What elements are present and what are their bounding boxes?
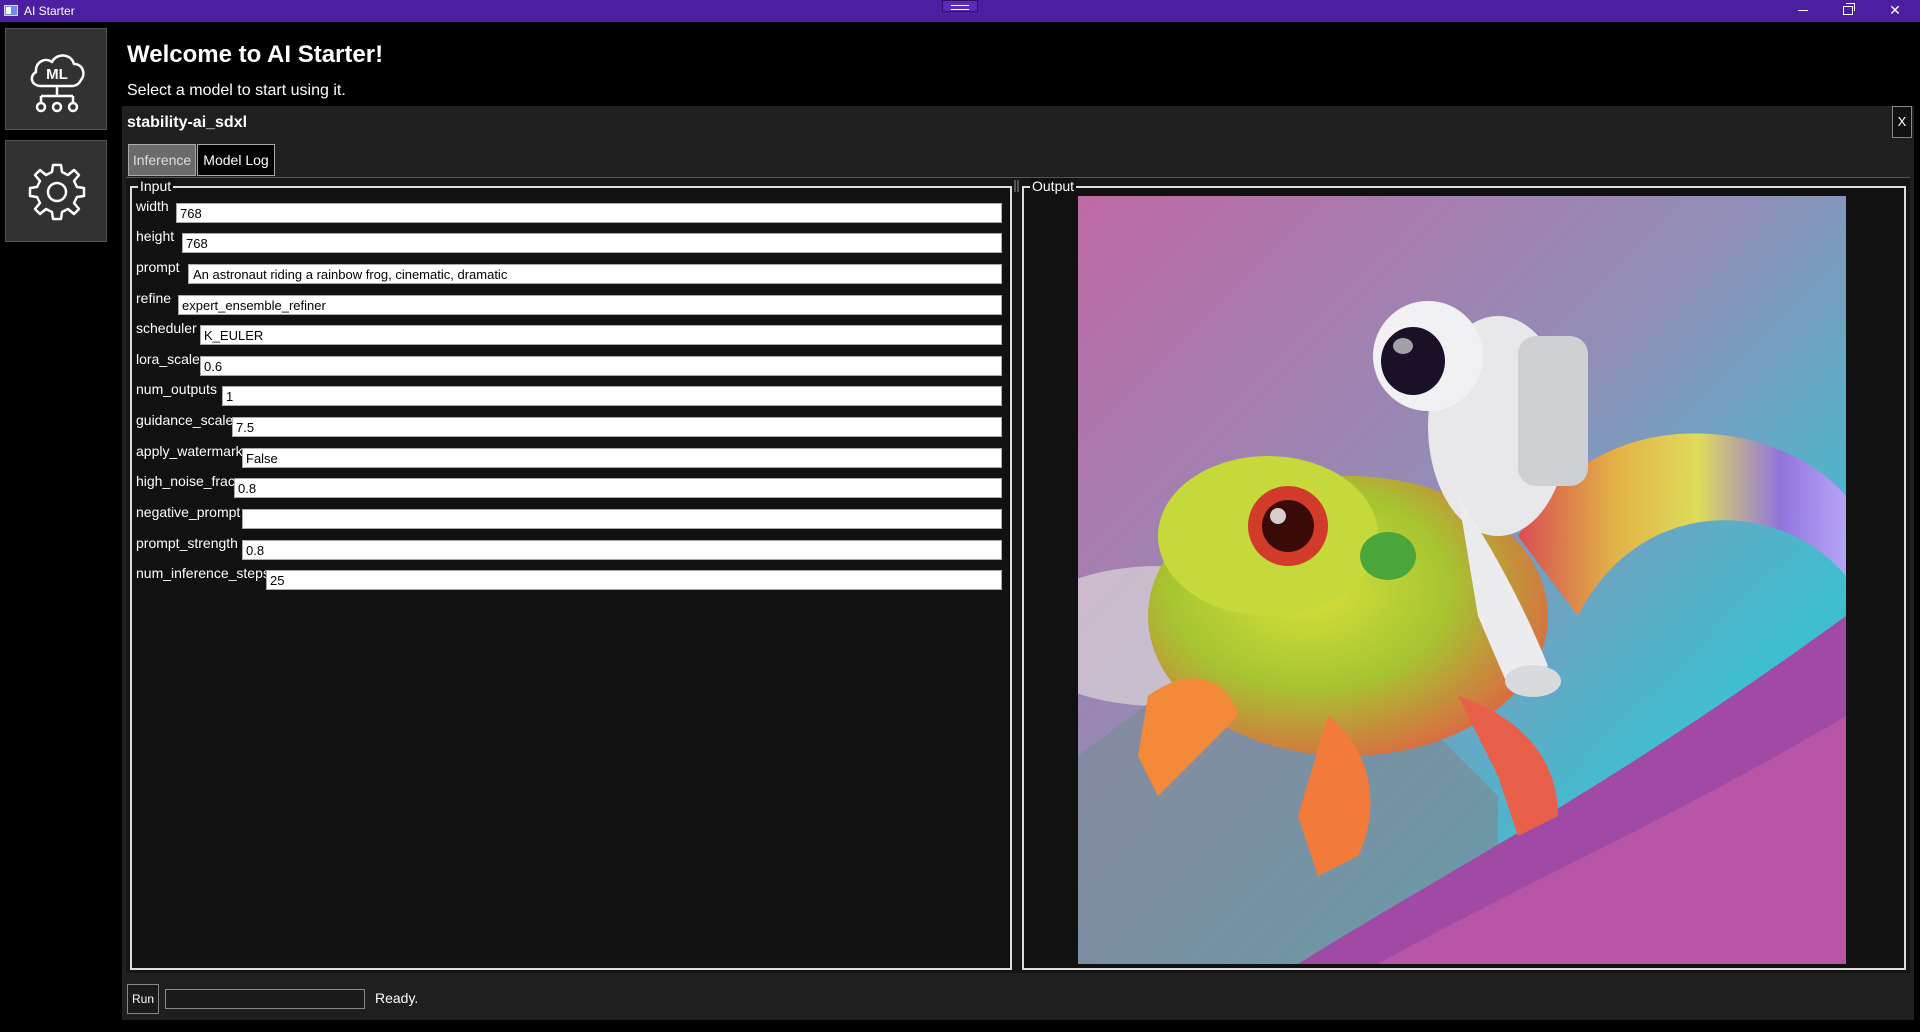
output-groupbox-title: Output	[1030, 178, 1077, 194]
page-subtitle: Select a model to start using it.	[127, 82, 346, 99]
generated-image	[1078, 196, 1846, 964]
field-label: height	[136, 228, 175, 244]
field-label: lora_scale	[136, 351, 200, 367]
page-title: Welcome to AI Starter!	[127, 41, 384, 68]
input-groupbox: Input width 768 height 768 prompt An ast…	[130, 178, 1012, 970]
field-label: guidance_scale	[136, 412, 234, 428]
title-bar[interactable]: AI Starter ✕	[0, 0, 1920, 22]
minimize-icon	[1798, 10, 1808, 11]
gear-icon	[28, 163, 86, 221]
input-groupbox-title: Input	[138, 178, 174, 194]
field-refine: refine expert_ensemble_refiner	[136, 290, 1010, 315]
field-label: negative_prompt	[136, 504, 241, 520]
drag-grip-icon[interactable]	[942, 0, 978, 12]
close-model-button[interactable]: X	[1892, 106, 1912, 138]
scheduler-input[interactable]: K_EULER	[200, 325, 1002, 345]
astronaut-frog-image	[1078, 196, 1846, 964]
negative-prompt-input[interactable]	[242, 509, 1002, 529]
prompt-input[interactable]: An astronaut riding a rainbow frog, cine…	[188, 264, 1002, 284]
field-prompt: prompt An astronaut riding a rainbow fro…	[136, 259, 1010, 284]
num-inference-steps-input[interactable]: 25	[266, 570, 1002, 590]
field-label: prompt_strength	[136, 535, 238, 551]
panel-splitter[interactable]	[1014, 180, 1020, 200]
field-label: high_noise_frac	[136, 473, 235, 489]
field-scheduler: scheduler K_EULER	[136, 320, 1010, 345]
field-guidance-scale: guidance_scale 7.5	[136, 412, 1010, 437]
model-panel: stability-ai_sdxl X Inference Model Log …	[122, 106, 1914, 1020]
field-num-outputs: num_outputs 1	[136, 381, 1010, 406]
field-apply-watermark: apply_watermark False	[136, 443, 1010, 468]
restore-icon	[1843, 3, 1855, 15]
nav-ml-models-button[interactable]: ML	[5, 28, 107, 130]
progress-bar	[165, 989, 365, 1009]
field-label: width	[136, 198, 169, 214]
field-label: num_inference_steps	[136, 565, 270, 581]
close-icon: ✕	[1889, 2, 1901, 18]
field-label: scheduler	[136, 320, 197, 336]
field-num-inference-steps: num_inference_steps 25	[136, 565, 1010, 590]
app-icon	[4, 5, 18, 16]
high-noise-frac-input[interactable]: 0.8	[234, 478, 1002, 498]
refine-input[interactable]: expert_ensemble_refiner	[178, 295, 1002, 315]
prompt-strength-input[interactable]: 0.8	[242, 540, 1002, 560]
field-lora-scale: lora_scale 0.6	[136, 351, 1010, 376]
inference-tab-content: Input width 768 height 768 prompt An ast…	[126, 177, 1910, 973]
guidance-scale-input[interactable]: 7.5	[232, 417, 1002, 437]
ml-cloud-network-icon: ML	[30, 54, 85, 113]
status-text: Ready.	[375, 990, 419, 1006]
width-input[interactable]: 768	[176, 203, 1002, 223]
close-window-button[interactable]: ✕	[1872, 0, 1918, 22]
field-label: refine	[136, 290, 172, 306]
run-button[interactable]: Run	[127, 984, 159, 1014]
minimize-button[interactable]	[1780, 0, 1826, 22]
ml-icon-text: ML	[46, 66, 68, 83]
model-name: stability-ai_sdxl	[127, 114, 248, 131]
field-width: width 768	[136, 198, 1010, 223]
num-outputs-input[interactable]: 1	[222, 386, 1002, 406]
lora-scale-input[interactable]: 0.6	[200, 356, 1002, 376]
nav-settings-button[interactable]	[5, 140, 107, 242]
field-label: num_outputs	[136, 381, 217, 397]
window-title: AI Starter	[24, 4, 75, 18]
field-height: height 768	[136, 228, 1010, 253]
output-groupbox: Output	[1022, 178, 1906, 970]
field-label: prompt	[136, 259, 180, 275]
field-label: apply_watermark	[136, 443, 243, 459]
tab-inference[interactable]: Inference	[128, 144, 196, 176]
height-input[interactable]: 768	[182, 233, 1002, 253]
maximize-button[interactable]	[1826, 0, 1872, 22]
apply-watermark-input[interactable]: False	[242, 448, 1002, 468]
field-high-noise-frac: high_noise_frac 0.8	[136, 473, 1010, 498]
field-prompt-strength: prompt_strength 0.8	[136, 535, 1010, 560]
field-negative-prompt: negative_prompt	[136, 504, 1010, 529]
tab-model-log[interactable]: Model Log	[197, 144, 275, 176]
